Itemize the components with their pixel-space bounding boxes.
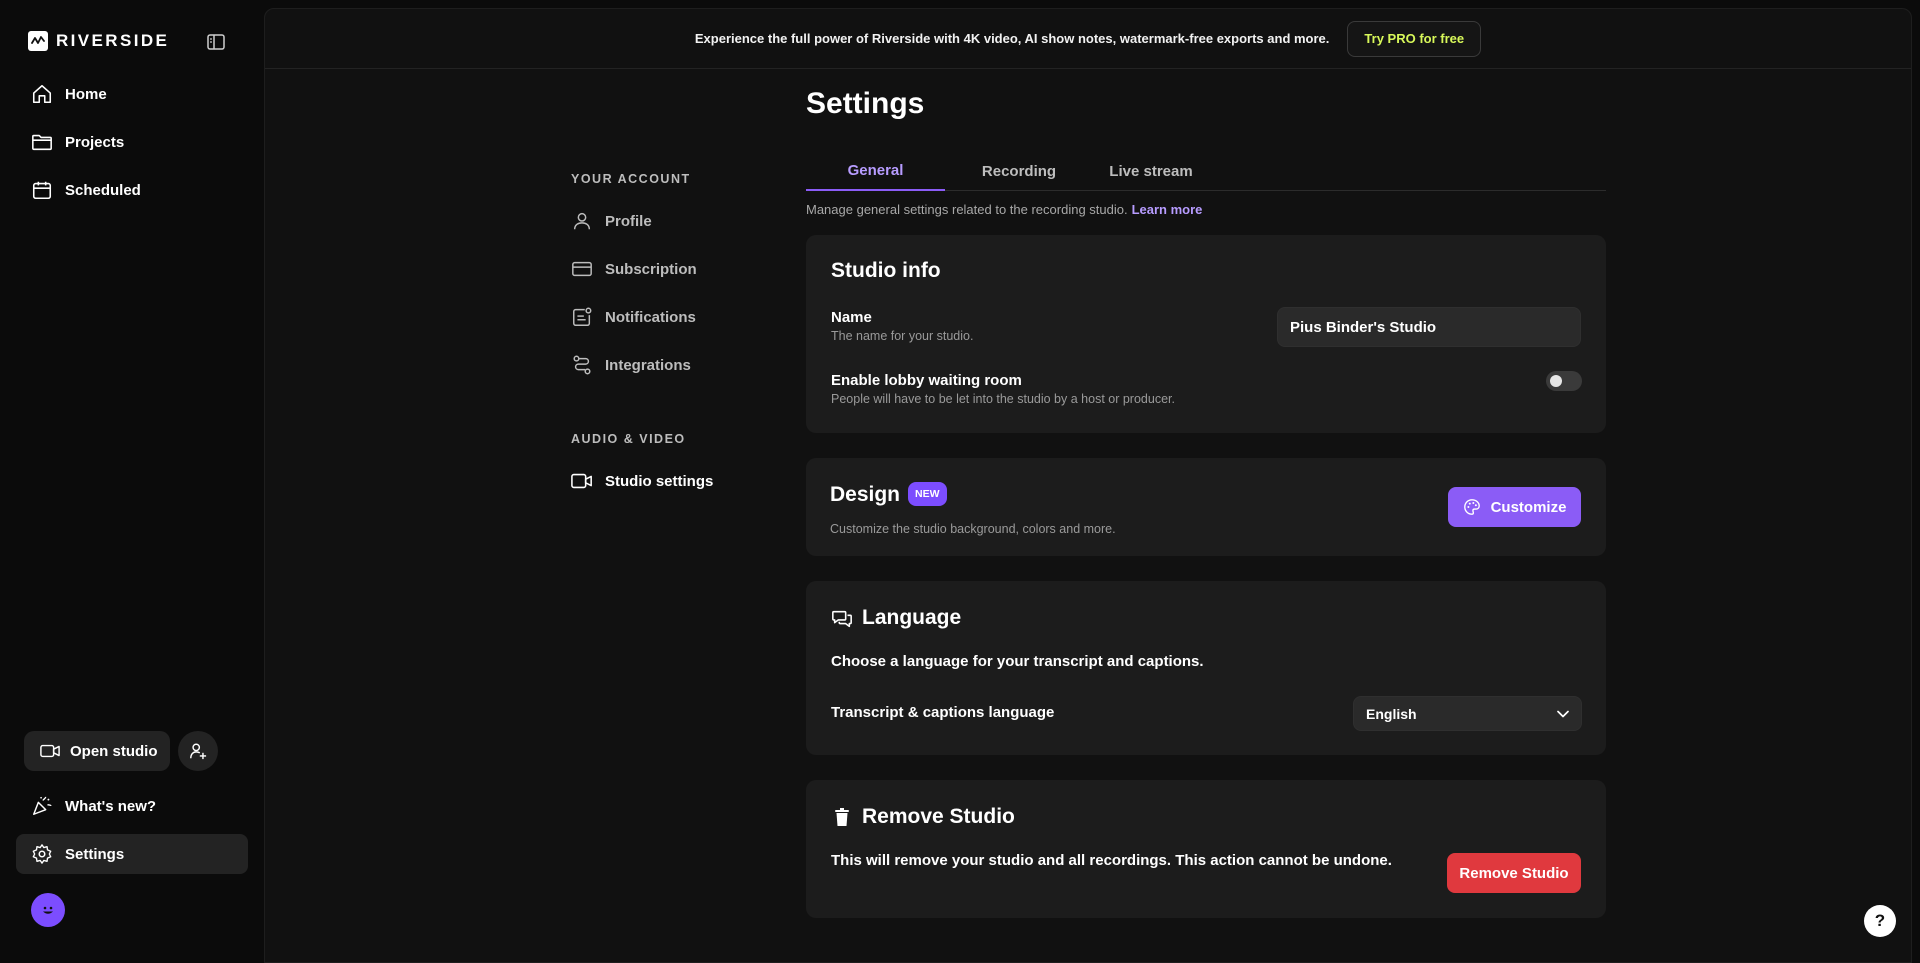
language-select-label: Transcript & captions language [831,704,1055,721]
lobby-label: Enable lobby waiting room [831,372,1022,389]
remove-studio-title: Remove Studio [862,805,1015,828]
trash-icon [835,808,849,826]
remove-studio-button[interactable]: Remove Studio [1447,853,1581,893]
avatar[interactable] [31,893,65,927]
new-badge: NEW [908,482,947,506]
chat-bubbles-icon [832,610,852,628]
settings-nav-integrations[interactable]: Integrations [571,351,691,379]
help-button[interactable]: ? [1864,905,1896,937]
language-select[interactable]: English [1353,696,1582,731]
tab-live-stream[interactable]: Live stream [1096,151,1206,191]
integrations-icon [573,355,591,375]
customize-button[interactable]: Customize [1448,487,1581,527]
try-pro-button[interactable]: Try PRO for free [1347,20,1482,57]
design-title: Design [830,483,901,506]
language-description: Choose a language for your transcript an… [831,653,1204,670]
tab-recording[interactable]: Recording [964,151,1074,191]
design-description: Customize the studio background, colors … [830,522,1116,536]
calendar-icon [32,181,52,200]
sidebar-item-label: Settings [65,845,125,863]
sidebar-item-settings[interactable]: Settings [16,834,248,874]
section-heading-your-account: YOUR ACCOUNT [571,172,691,186]
sidebar-item-scheduled[interactable]: Scheduled [16,170,248,210]
studio-name-input[interactable] [1277,307,1581,347]
video-camera-icon [571,473,592,489]
open-studio-button[interactable]: Open studio [24,731,170,771]
credit-card-icon [572,261,592,277]
language-title: Language [862,606,962,629]
settings-nav-label: Studio settings [605,472,714,490]
notification-icon [573,307,592,326]
sidebar-item-home[interactable]: Home [16,74,248,114]
design-card: Design NEW Customize the studio backgrou… [806,458,1606,556]
language-select-value: English [1366,705,1417,722]
video-camera-icon [40,744,60,758]
sidebar-item-label: What's new? [65,797,157,815]
sidebar-toggle-icon [207,34,225,50]
collapse-sidebar-button[interactable] [204,31,228,53]
name-label: Name [831,309,872,326]
sidebar-item-label: Projects [65,133,125,151]
lobby-toggle[interactable] [1546,371,1582,391]
settings-nav-label: Notifications [605,308,696,326]
sidebar-item-whats-new[interactable]: What's new? [16,786,248,826]
folder-icon [32,134,52,151]
settings-nav-subscription[interactable]: Subscription [571,255,697,283]
smiley-avatar-icon [43,906,53,914]
settings-nav-label: Integrations [605,356,691,374]
promo-banner: Experience the full power of Riverside w… [265,9,1911,69]
settings-nav-notifications[interactable]: Notifications [571,303,696,331]
toggle-knob [1550,375,1562,387]
settings-tabs: General Recording Live stream [806,151,1606,191]
riverside-logo[interactable]: RIVERSIDE [28,31,169,51]
open-studio-label: Open studio [70,742,158,760]
customize-label: Customize [1490,498,1567,516]
promo-text: Experience the full power of Riverside w… [694,31,1330,46]
remove-studio-description: This will remove your studio and all rec… [831,852,1392,869]
lobby-description: People will have to be let into the stud… [831,392,1175,406]
tab-general[interactable]: General [806,151,945,191]
remove-studio-card: Remove Studio This will remove your stud… [806,780,1606,918]
riverside-logo-icon [28,31,48,51]
settings-nav-profile[interactable]: Profile [571,207,652,235]
settings-nav-label: Subscription [605,260,697,278]
user-icon [573,212,591,230]
page-title: Settings [806,87,925,120]
party-popper-icon [33,796,52,815]
chevron-down-icon [1557,710,1569,717]
sidebar-item-label: Home [65,85,107,103]
sidebar-item-projects[interactable]: Projects [16,122,248,162]
name-description: The name for your studio. [831,329,974,343]
sidebar-item-label: Scheduled [65,181,141,199]
studio-info-title: Studio info [831,259,941,282]
learn-more-link[interactable]: Learn more [1132,202,1203,217]
language-card: Language Choose a language for your tran… [806,581,1606,755]
studio-info-card: Studio info Name The name for your studi… [806,235,1606,433]
sidebar: RIVERSIDE Home Projects Scheduled Open s… [0,0,264,963]
gear-icon [32,844,52,864]
settings-nav-label: Profile [605,212,652,230]
invite-user-button[interactable] [178,731,218,771]
home-icon [32,84,52,104]
main-panel: Experience the full power of Riverside w… [264,8,1912,963]
logo-wordmark: RIVERSIDE [56,31,170,50]
tab-description: Manage general settings related to the r… [806,202,1202,217]
add-user-icon [190,743,207,760]
palette-icon [1463,499,1480,515]
tab-description-text: Manage general settings related to the r… [806,202,1128,217]
settings-nav-studio-settings[interactable]: Studio settings [571,467,713,495]
section-heading-audio-video: AUDIO & VIDEO [571,432,686,446]
